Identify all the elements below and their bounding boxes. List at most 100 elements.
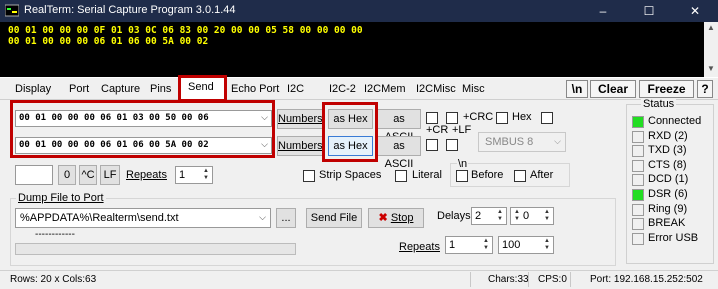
progress-placeholder: ------------ (35, 229, 75, 240)
dump-file-path-combo[interactable]: %APPDATA%\Realterm\send.txt ⌵ (15, 208, 271, 228)
delay1-spinner[interactable]: 2 ▲ ▼ (471, 207, 507, 225)
help-button[interactable]: ? (697, 80, 713, 98)
close-button[interactable]: ✕ (672, 0, 718, 22)
delay2-value[interactable]: 0 (523, 210, 529, 222)
tab-i2c[interactable]: I2C (287, 83, 304, 95)
after-label: After (530, 169, 554, 181)
delay2-spinner[interactable]: 0 ▲ ▼ ▲ ▼ (510, 207, 554, 225)
send-char-input[interactable] (15, 165, 53, 185)
terminal-line: 00 01 00 00 00 06 01 06 00 5A 00 02 (8, 36, 209, 47)
status-led-label: Error USB (648, 232, 699, 244)
spinner-arrows-icon[interactable]: ▲ ▼ (542, 238, 552, 252)
dump-file-group-label: Dump File to Port (16, 192, 106, 204)
send-as-ascii-button-1[interactable]: as ASCII (377, 109, 421, 143)
after-checkbox[interactable] (514, 170, 526, 182)
status-led-label: Connected (648, 115, 702, 127)
status-led (632, 233, 644, 245)
before-label: Before (471, 169, 504, 181)
terminal-scrollbar[interactable]: ▲ ▼ (704, 22, 718, 77)
tab-display[interactable]: Display (15, 83, 51, 95)
status-led-label: TXD (3) (648, 144, 687, 156)
tab-misc[interactable]: Misc (462, 83, 485, 95)
port-text: Port: 192.168.15.252:502 (590, 274, 703, 285)
send-lf-button[interactable]: LF (100, 165, 120, 185)
repeats-spinner[interactable]: 1 ▲ ▼ (175, 166, 213, 184)
numbers-label: Numbers (278, 140, 323, 152)
tab-capture[interactable]: Capture (101, 83, 140, 95)
dump-file-path-value[interactable]: %APPDATA%\Realterm\send.txt (20, 212, 179, 224)
window-title: RealTerm: Serial Capture Program 3.0.1.4… (24, 4, 236, 16)
dump-count-value[interactable]: 100 (502, 239, 520, 251)
stop-button[interactable]: ✖ Stop (368, 208, 424, 228)
status-led (632, 174, 644, 186)
status-led (632, 160, 644, 172)
spinner-arrows-icon[interactable]: ▲ ▼ (201, 168, 211, 182)
send-zero-button[interactable]: 0 (58, 165, 76, 185)
crc-checkbox[interactable] (496, 112, 508, 124)
scroll-up-icon[interactable]: ▲ (704, 23, 718, 35)
stop-x-icon: ✖ (378, 212, 388, 224)
browse-button[interactable]: ... (276, 208, 296, 228)
hex-checkbox[interactable] (541, 112, 553, 124)
send-combos-highlight (10, 100, 275, 158)
tab-i2cmisc[interactable]: I2CMisc (416, 83, 456, 95)
minimize-button[interactable]: – (580, 0, 626, 22)
send-numbers-button-2[interactable]: Numbers (277, 136, 323, 156)
spinner-arrows-icon[interactable]: ▲ ▼ (481, 238, 491, 252)
delay1-value[interactable]: 2 (475, 210, 481, 222)
spinner-arrows-icon[interactable]: ▲ ▼ (542, 209, 552, 223)
dump-repeats-value[interactable]: 1 (449, 239, 455, 251)
repeats-value[interactable]: 1 (179, 169, 185, 181)
crc-label: +CRC (463, 111, 494, 123)
tab-echo-port[interactable]: Echo Port (231, 83, 279, 95)
tab-send[interactable]: Send (188, 81, 214, 93)
cr-checkbox-2[interactable] (426, 139, 438, 151)
realterm-app-icon (4, 4, 20, 18)
crc-type-value: SMBUS 8 (485, 136, 534, 148)
status-led (632, 116, 644, 128)
lf-checkbox-2[interactable] (446, 139, 458, 151)
strip-spaces-checkbox[interactable] (303, 170, 315, 182)
as-hex-buttons-highlight (322, 102, 378, 162)
terminal-line: 00 01 00 00 00 0F 01 03 0C 06 83 00 20 0… (8, 25, 363, 36)
dump-progress-bar (15, 243, 296, 255)
tab-i2cmem[interactable]: I2CMem (364, 83, 406, 95)
before-checkbox[interactable] (456, 170, 468, 182)
clear-button[interactable]: Clear (590, 80, 636, 98)
dump-repeats-spinner[interactable]: 1 ▲ ▼ (445, 236, 493, 254)
strip-spaces-label: Strip Spaces (319, 169, 382, 181)
status-led (632, 145, 644, 157)
status-led-label: Ring (9) (648, 203, 688, 215)
literal-checkbox[interactable] (395, 170, 407, 182)
chevron-down-icon[interactable]: ⌵ (259, 212, 266, 223)
tab-port[interactable]: Port (69, 83, 89, 95)
status-led (632, 204, 644, 216)
numbers-label: Numbers (278, 113, 323, 125)
delays-label: Delays (437, 210, 471, 222)
scroll-down-icon[interactable]: ▼ (704, 64, 718, 76)
tab-pins[interactable]: Pins (150, 83, 171, 95)
dump-repeats-label: Repeats (399, 241, 440, 253)
send-file-button[interactable]: Send File (306, 208, 362, 228)
newline-group-label: \n (457, 158, 469, 170)
send-numbers-button-1[interactable]: Numbers (277, 109, 323, 129)
rows-cols-text: Rows: 20 x Cols:63 (10, 274, 97, 285)
send-as-ascii-button-2[interactable]: as ASCII (377, 136, 421, 170)
crc-type-select[interactable]: SMBUS 8 ⌵ (478, 132, 566, 152)
spinner-arrows-icon[interactable]: ▲ ▼ (512, 209, 522, 223)
status-led-label: BREAK (648, 217, 686, 229)
status-led (632, 189, 644, 201)
status-divider (570, 272, 571, 287)
freeze-button[interactable]: Freeze (639, 80, 694, 98)
spinner-arrows-icon[interactable]: ▲ ▼ (495, 209, 505, 223)
status-led-label: RXD (2) (648, 130, 688, 142)
dump-count-spinner[interactable]: 100 ▲ ▼ (498, 236, 554, 254)
newline-button[interactable]: \n (566, 80, 588, 98)
lf-checkbox-1[interactable] (446, 112, 458, 124)
send-ctrl-c-button[interactable]: ^C (79, 165, 97, 185)
tab-i2c-2[interactable]: I2C-2 (329, 83, 356, 95)
chevron-down-icon: ⌵ (554, 136, 561, 146)
status-group-title: Status (641, 98, 677, 110)
cr-checkbox-1[interactable] (426, 112, 438, 124)
maximize-button[interactable]: ☐ (626, 0, 672, 22)
